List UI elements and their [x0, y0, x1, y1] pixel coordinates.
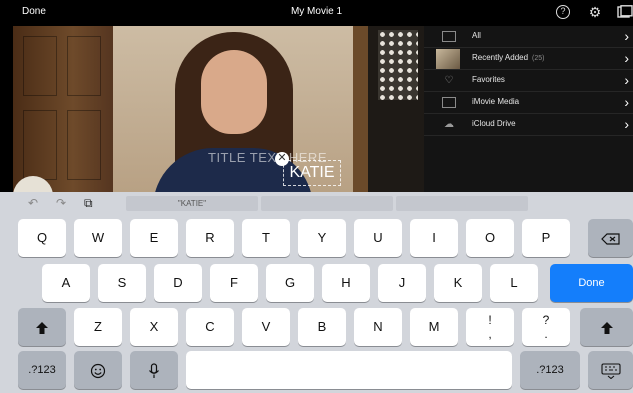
question-circle-icon[interactable]: ?	[556, 5, 570, 19]
media-browser-icon[interactable]	[617, 5, 633, 19]
chevron-right-icon: ›	[624, 28, 629, 44]
shift-icon	[36, 321, 48, 334]
keyboard-done-button[interactable]: Done	[550, 264, 633, 302]
key-c[interactable]: C	[186, 308, 234, 346]
heart-icon: ♡	[444, 75, 454, 86]
film-icon	[442, 31, 456, 42]
key-u[interactable]: U	[354, 219, 402, 257]
key-e[interactable]: E	[130, 219, 178, 257]
key-k[interactable]: K	[434, 264, 482, 302]
key-bottom-char: .	[544, 327, 548, 341]
library-item-label: iCloud Drive	[472, 119, 516, 128]
key-q[interactable]: Q	[18, 219, 66, 257]
film-icon	[442, 97, 456, 108]
chevron-right-icon: ›	[624, 116, 629, 132]
library-item-count: (25)	[532, 55, 545, 62]
shift-icon	[600, 321, 613, 334]
library-item-icloud-drive[interactable]: ☁ iCloud Drive ›	[424, 114, 633, 136]
chevron-right-icon: ›	[624, 72, 629, 88]
key-d[interactable]: D	[154, 264, 202, 302]
emoji-icon	[90, 363, 106, 378]
undo-icon[interactable]: ↶	[28, 196, 38, 210]
key-question-period[interactable]: ? .	[522, 308, 570, 346]
top-bar: Done My Movie 1 ? ⚙	[0, 0, 633, 26]
key-t[interactable]: T	[242, 219, 290, 257]
key-p[interactable]: P	[522, 219, 570, 257]
key-exclamation-comma[interactable]: ! ,	[466, 308, 514, 346]
chevron-right-icon: ›	[624, 94, 629, 110]
key-top-char: ?	[542, 313, 550, 327]
key-v[interactable]: V	[242, 308, 290, 346]
library-item-label: iMovie Media	[472, 97, 520, 106]
library-item-recently-added[interactable]: Recently Added (25) ›	[424, 48, 633, 70]
emoji-key[interactable]	[74, 351, 122, 389]
key-b[interactable]: B	[298, 308, 346, 346]
paste-icon[interactable]: ⧉	[84, 196, 93, 211]
key-n[interactable]: N	[354, 308, 402, 346]
numbers-key-left[interactable]: .?123	[18, 351, 66, 389]
key-y[interactable]: Y	[298, 219, 346, 257]
suggestion-3[interactable]	[396, 196, 528, 211]
suggestion-1[interactable]: "KATIE"	[126, 196, 258, 211]
delete-key[interactable]	[588, 219, 633, 257]
key-l[interactable]: L	[490, 264, 538, 302]
cloud-icon: ☁	[444, 119, 454, 130]
keyboard: ↶ ↷ ⧉ "KATIE" Q W E R T Y U I O P A S D …	[0, 192, 633, 393]
microphone-icon	[149, 362, 159, 378]
numbers-key-right[interactable]: .?123	[520, 351, 580, 389]
library-item-label: Favorites	[472, 75, 505, 84]
key-a[interactable]: A	[42, 264, 90, 302]
shift-key-right[interactable]	[580, 308, 633, 346]
key-w[interactable]: W	[74, 219, 122, 257]
video-preview[interactable]: TITLE TEXT HERE KATIE ✕	[13, 26, 424, 192]
space-bar[interactable]	[186, 351, 512, 389]
key-i[interactable]: I	[410, 219, 458, 257]
key-o[interactable]: O	[466, 219, 514, 257]
keyboard-dismiss-icon	[600, 363, 621, 379]
key-x[interactable]: X	[130, 308, 178, 346]
key-bottom-char: ,	[488, 327, 492, 341]
key-g[interactable]: G	[266, 264, 314, 302]
project-title: My Movie 1	[290, 6, 343, 17]
library-item-all[interactable]: All ›	[424, 26, 633, 48]
key-s[interactable]: S	[98, 264, 146, 302]
key-z[interactable]: Z	[74, 308, 122, 346]
key-h[interactable]: H	[322, 264, 370, 302]
suggestion-2[interactable]	[261, 196, 393, 211]
dictation-key[interactable]	[130, 351, 178, 389]
door-background	[13, 26, 113, 192]
library-item-label: Recently Added	[472, 53, 529, 62]
redo-icon[interactable]: ↷	[56, 196, 66, 210]
media-library-panel: All › Recently Added (25) › ♡ Favorites ›…	[424, 26, 633, 192]
library-item-favorites[interactable]: ♡ Favorites ›	[424, 70, 633, 92]
shift-key[interactable]	[18, 308, 66, 346]
key-m[interactable]: M	[410, 308, 458, 346]
clear-title-icon[interactable]: ✕	[275, 152, 289, 166]
library-item-label: All	[472, 31, 481, 40]
hide-keyboard-key[interactable]	[588, 351, 633, 389]
library-item-imovie-media[interactable]: iMovie Media ›	[424, 92, 633, 114]
chevron-right-icon: ›	[624, 50, 629, 66]
title-text-field[interactable]: KATIE	[283, 160, 341, 186]
gear-icon[interactable]: ⚙	[588, 5, 602, 19]
key-f[interactable]: F	[210, 264, 258, 302]
key-top-char: !	[488, 313, 492, 327]
key-j[interactable]: J	[378, 264, 426, 302]
window-grid	[378, 30, 418, 100]
key-r[interactable]: R	[186, 219, 234, 257]
backspace-icon	[600, 232, 620, 245]
recent-thumbnail	[436, 49, 460, 69]
shortcut-bar: ↶ ↷ ⧉ "KATIE"	[0, 192, 633, 214]
